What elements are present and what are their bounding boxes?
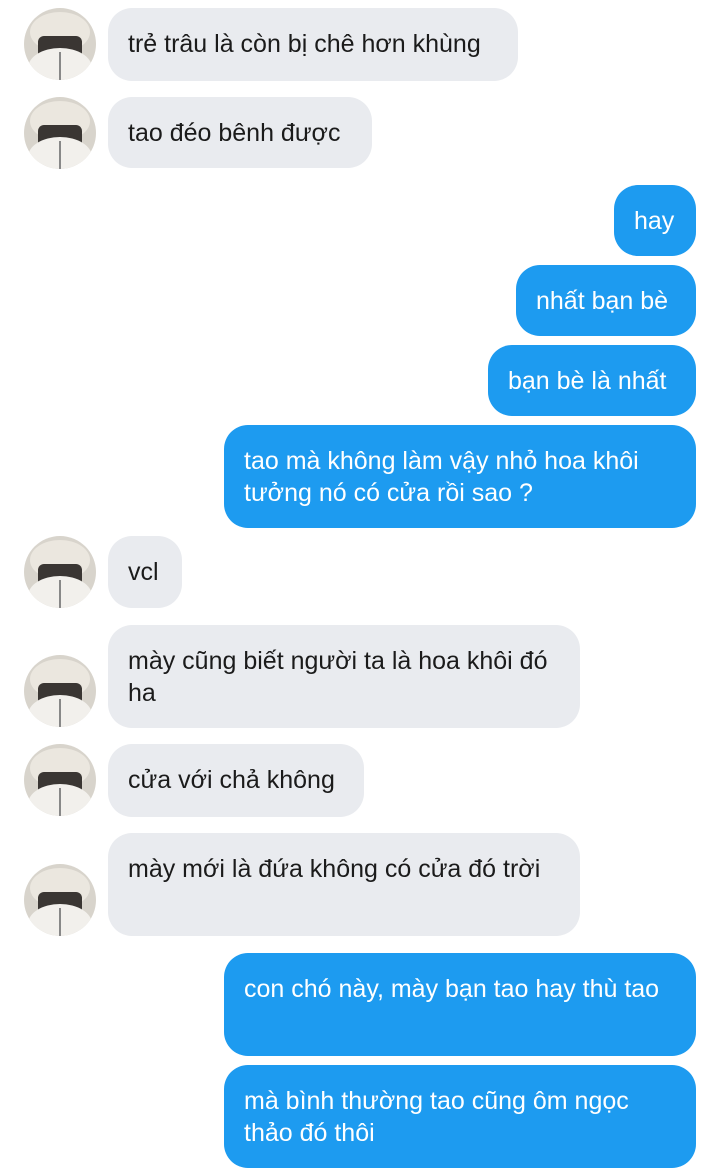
outgoing-message-bubble[interactable]: con chó này, mày bạn tao hay thù tao xyxy=(224,953,696,1056)
message-thread[interactable]: trẻ trâu là còn bị chê hơn khùng tao đéo… xyxy=(0,0,720,1173)
outgoing-message-bubble[interactable]: mà bình thường tao cũng ôm ngọc thảo đó … xyxy=(224,1065,696,1168)
contact-avatar[interactable] xyxy=(24,655,96,727)
incoming-message-bubble[interactable]: tao đéo bênh được xyxy=(108,97,372,168)
incoming-message-bubble[interactable]: mày cũng biết người ta là hoa khôi đó ha xyxy=(108,625,580,728)
contact-avatar[interactable] xyxy=(24,97,96,169)
contact-avatar[interactable] xyxy=(24,744,96,816)
contact-avatar[interactable] xyxy=(24,536,96,608)
contact-avatar[interactable] xyxy=(24,864,96,936)
incoming-message-bubble[interactable]: trẻ trâu là còn bị chê hơn khùng xyxy=(108,8,518,81)
outgoing-message-bubble[interactable]: tao mà không làm vậy nhỏ hoa khôi tưởng … xyxy=(224,425,696,528)
outgoing-message-bubble[interactable]: hay xyxy=(614,185,696,256)
incoming-message-bubble[interactable]: cửa với chả không xyxy=(108,744,364,817)
incoming-message-bubble[interactable]: vcl xyxy=(108,536,182,608)
outgoing-message-bubble[interactable]: nhất bạn bè xyxy=(516,265,696,336)
outgoing-message-bubble[interactable]: bạn bè là nhất xyxy=(488,345,696,416)
incoming-message-bubble[interactable]: mày mới là đứa không có cửa đó trời xyxy=(108,833,580,936)
contact-avatar[interactable] xyxy=(24,8,96,80)
